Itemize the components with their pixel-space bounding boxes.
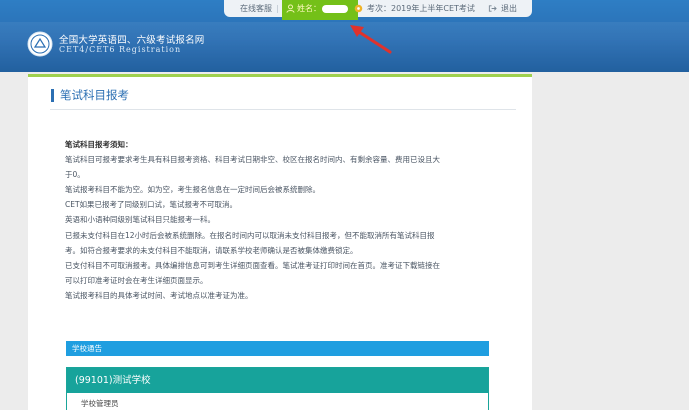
red-arrow-annotation-icon: [350, 25, 392, 54]
notice-line: 笔试科目可报考要求考生具有科目报考资格、科目考试日期非空、校区在报名时间内、有剩…: [65, 155, 440, 165]
logout-icon[interactable]: [488, 4, 497, 13]
notice-line: 可以打印准考证时会在考生详细页面显示。: [65, 275, 208, 285]
site-subtitle: CET4/CET6 Registration: [59, 45, 182, 54]
registration-notice: 笔试科目报考须知： 笔试科目可报考要求考生具有科目报考资格、科目考试日期非空、校…: [65, 137, 495, 303]
main-content-panel: 笔试科目报考 笔试科目报考须知： 笔试科目可报考要求考生具有科目报考资格、科目考…: [28, 74, 532, 410]
school-notice-bar[interactable]: 学校通告: [66, 341, 489, 356]
notice-line: 英语和小语种同级别笔试科目只能报考一科。: [65, 215, 215, 225]
school-card: (99101)测试学校 学校管理员: [66, 367, 489, 410]
page-title: 笔试科目报考: [51, 89, 129, 102]
notice-line: CET如果已报考了同级别口试，笔试报考不可取消。: [65, 200, 238, 210]
user-icon: [286, 4, 295, 13]
notice-heading: 笔试科目报考须知：: [65, 140, 133, 149]
notice-line: 笔试报考科目不能为空。如为空，考生报名信息在一定时间后会被系统删除。: [65, 185, 320, 195]
online-service-link[interactable]: 在线客服: [240, 0, 272, 17]
logout-link[interactable]: 退出: [501, 0, 517, 17]
notice-line: 于0。: [65, 170, 85, 180]
cet-logo-icon: [27, 31, 53, 57]
title-divider: [50, 109, 516, 110]
notice-line: 笔试报考科目的具体考试时间、考试地点以准考证为准。: [65, 290, 253, 300]
toolbar-separator: |: [276, 4, 279, 13]
notice-line: 考。如符合报考要求的未支付科目不能取消，请联系学校老师确认是否被集体缴费锁定。: [65, 245, 358, 255]
name-label: 姓名：: [297, 4, 321, 13]
school-admin-label: 学校管理员: [81, 399, 119, 408]
school-name: (99101)测试学校: [67, 368, 488, 393]
notice-line: 已报未支付科目在12小时后会被系统删除。在报名时间内可以取消未支付科目报考，但不…: [65, 230, 435, 240]
notice-line: 已支付科目不可取消报考。具体编排信息可到考生详细页面查看。笔试准考证打印时间在首…: [65, 260, 440, 270]
site-title: 全国大学英语四、六级考试报名网: [59, 35, 205, 46]
